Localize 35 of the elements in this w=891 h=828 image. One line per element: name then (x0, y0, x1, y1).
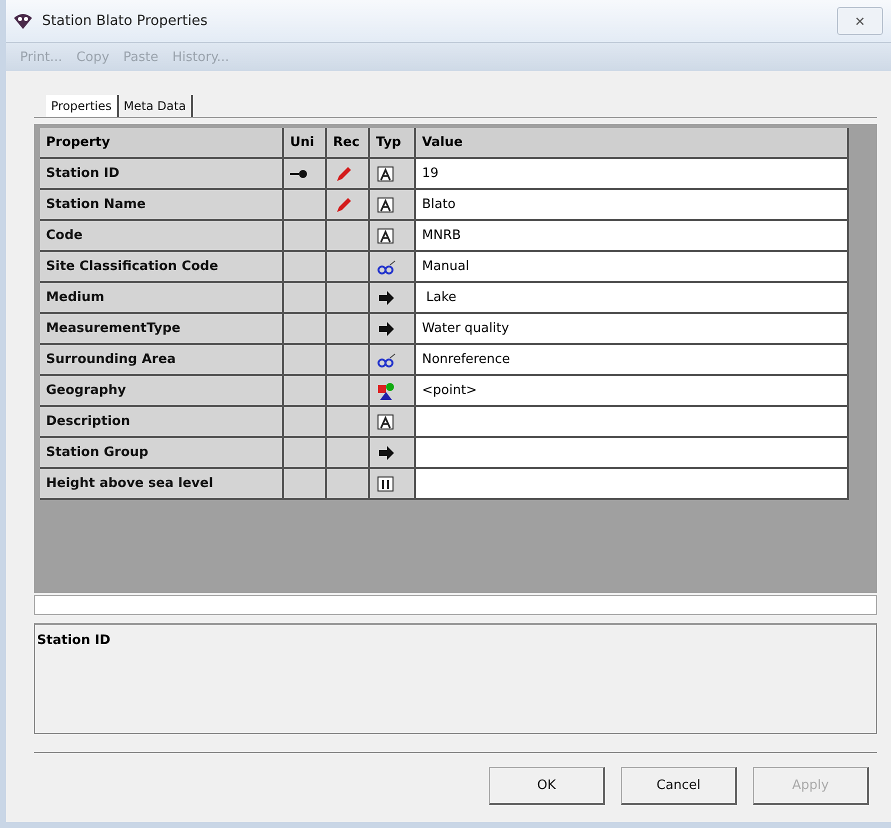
property-cell: Code (40, 221, 284, 252)
column-header[interactable]: Typ (370, 128, 416, 159)
value-cell[interactable]: MNRB (416, 221, 849, 252)
property-cell: Geography (40, 376, 284, 407)
description-title: Station ID (37, 633, 110, 648)
value-cell[interactable] (416, 407, 849, 438)
value-cell[interactable]: Lake (416, 283, 849, 314)
value-cell[interactable]: Manual (416, 252, 849, 283)
property-cell: Station Group (40, 438, 284, 469)
property-cell: Surrounding Area (40, 345, 284, 376)
column-header[interactable]: Property (40, 128, 284, 159)
close-button[interactable]: ✕ (837, 7, 883, 35)
property-cell: MeasurementType (40, 314, 284, 345)
value-cell[interactable]: 19 (416, 159, 849, 190)
dialog-button[interactable]: OK (489, 767, 605, 805)
property-cell: Height above sea level (40, 469, 284, 500)
tab[interactable]: Properties (46, 95, 119, 117)
column-header[interactable]: Value (416, 128, 849, 159)
column-header[interactable]: Rec (327, 128, 370, 159)
window-title: Station Blato Properties (42, 13, 209, 29)
value-cell[interactable]: <point> (416, 376, 849, 407)
property-cell: Medium (40, 283, 284, 314)
property-cell: Description (40, 407, 284, 438)
value-cell[interactable] (416, 469, 849, 500)
value-cell[interactable]: Nonreference (416, 345, 849, 376)
property-cell: Station Name (40, 190, 284, 221)
tab[interactable]: Meta Data (118, 95, 193, 117)
value-cell[interactable]: Blato (416, 190, 849, 221)
dialog-button[interactable]: Cancel (621, 767, 737, 805)
app-icon (12, 12, 34, 30)
property-cell: Site Classification Code (40, 252, 284, 283)
value-cell[interactable] (416, 438, 849, 469)
column-header[interactable]: Uni (284, 128, 327, 159)
value-cell[interactable]: Water quality (416, 314, 849, 345)
property-cell: Station ID (40, 159, 284, 190)
